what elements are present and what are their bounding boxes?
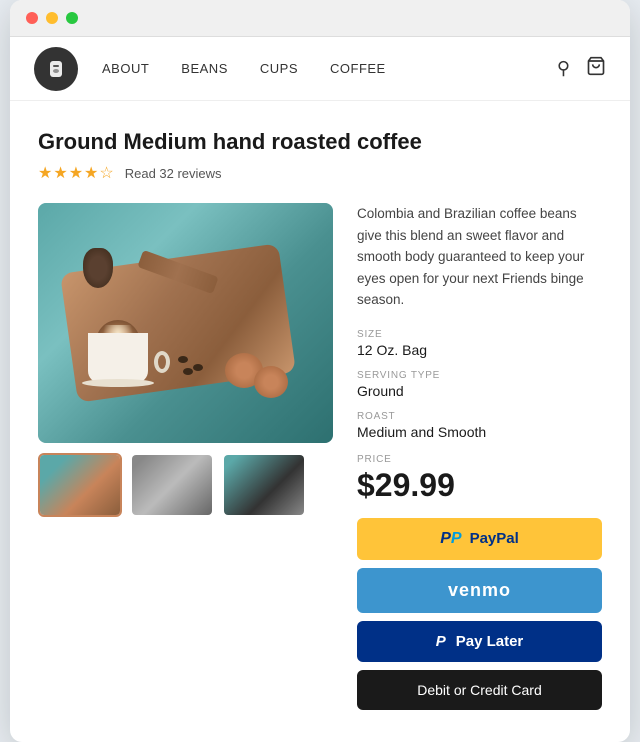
rating-row: ★★★★☆ Read 32 reviews (38, 163, 602, 183)
decorative-bean3 (183, 368, 193, 375)
product-layout: Colombia and Brazilian coffee beans give… (38, 203, 602, 710)
nav-about[interactable]: ABOUT (102, 61, 149, 76)
venmo-button[interactable]: venmo (357, 568, 602, 613)
titlebar (10, 0, 630, 37)
venmo-label: venmo (448, 580, 511, 601)
main-content: Ground Medium hand roasted coffee ★★★★☆ … (10, 101, 630, 742)
close-dot[interactable] (26, 12, 38, 24)
reviews-link[interactable]: Read 32 reviews (125, 166, 222, 181)
size-value: 12 Oz. Bag (357, 342, 602, 358)
decorative-coffee-cup (88, 318, 158, 383)
roast-spec: ROAST Medium and Smooth (357, 411, 602, 440)
thumbnail-2[interactable] (130, 453, 214, 517)
product-images (38, 203, 333, 710)
app-window: ABOUT BEANS CUPS COFFEE ⚲ Ground Medium … (10, 0, 630, 742)
product-title: Ground Medium hand roasted coffee (38, 129, 602, 155)
paypal-icon: PP (440, 530, 461, 548)
paypal-label: PayPal (470, 530, 519, 547)
payment-buttons: PP PayPal venmo P Pay Later Debit or Cre… (357, 518, 602, 710)
minimize-dot[interactable] (46, 12, 58, 24)
search-icon[interactable]: ⚲ (557, 58, 570, 79)
serving-value: Ground (357, 383, 602, 399)
brand-logo[interactable] (34, 47, 78, 91)
size-spec: SIZE 12 Oz. Bag (357, 329, 602, 358)
paylater-label: Pay Later (456, 633, 524, 650)
roast-value: Medium and Smooth (357, 424, 602, 440)
thumbnail-gallery (38, 453, 333, 517)
card-label: Debit or Credit Card (417, 682, 542, 698)
nav-cups[interactable]: CUPS (260, 61, 298, 76)
price-value: $29.99 (357, 467, 602, 504)
nav-beans[interactable]: BEANS (181, 61, 228, 76)
paylater-p-icon: P (436, 633, 446, 650)
paypal-button[interactable]: PP PayPal (357, 518, 602, 560)
maximize-dot[interactable] (66, 12, 78, 24)
paylater-button[interactable]: P Pay Later (357, 621, 602, 662)
decorative-pinecone (83, 248, 113, 288)
roast-label: ROAST (357, 411, 602, 422)
navbar: ABOUT BEANS CUPS COFFEE ⚲ (10, 37, 630, 101)
decorative-bean2 (193, 364, 203, 371)
thumbnail-1[interactable] (38, 453, 122, 517)
serving-label: SERVING TYPE (357, 370, 602, 381)
nav-actions: ⚲ (557, 56, 606, 81)
serving-spec: SERVING TYPE Ground (357, 370, 602, 399)
price-section: PRICE $29.99 (357, 454, 602, 504)
main-product-image (38, 203, 333, 443)
size-label: SIZE (357, 329, 602, 340)
product-details: Colombia and Brazilian coffee beans give… (357, 203, 602, 710)
nav-coffee[interactable]: COFFEE (330, 61, 386, 76)
thumbnail-3[interactable] (222, 453, 306, 517)
cart-icon[interactable] (586, 56, 606, 81)
decorative-cookie2 (254, 366, 288, 398)
product-description: Colombia and Brazilian coffee beans give… (357, 203, 602, 311)
price-label: PRICE (357, 454, 602, 465)
card-button[interactable]: Debit or Credit Card (357, 670, 602, 710)
star-rating: ★★★★☆ (38, 163, 115, 183)
decorative-bean1 (178, 356, 188, 363)
nav-links: ABOUT BEANS CUPS COFFEE (102, 61, 557, 76)
